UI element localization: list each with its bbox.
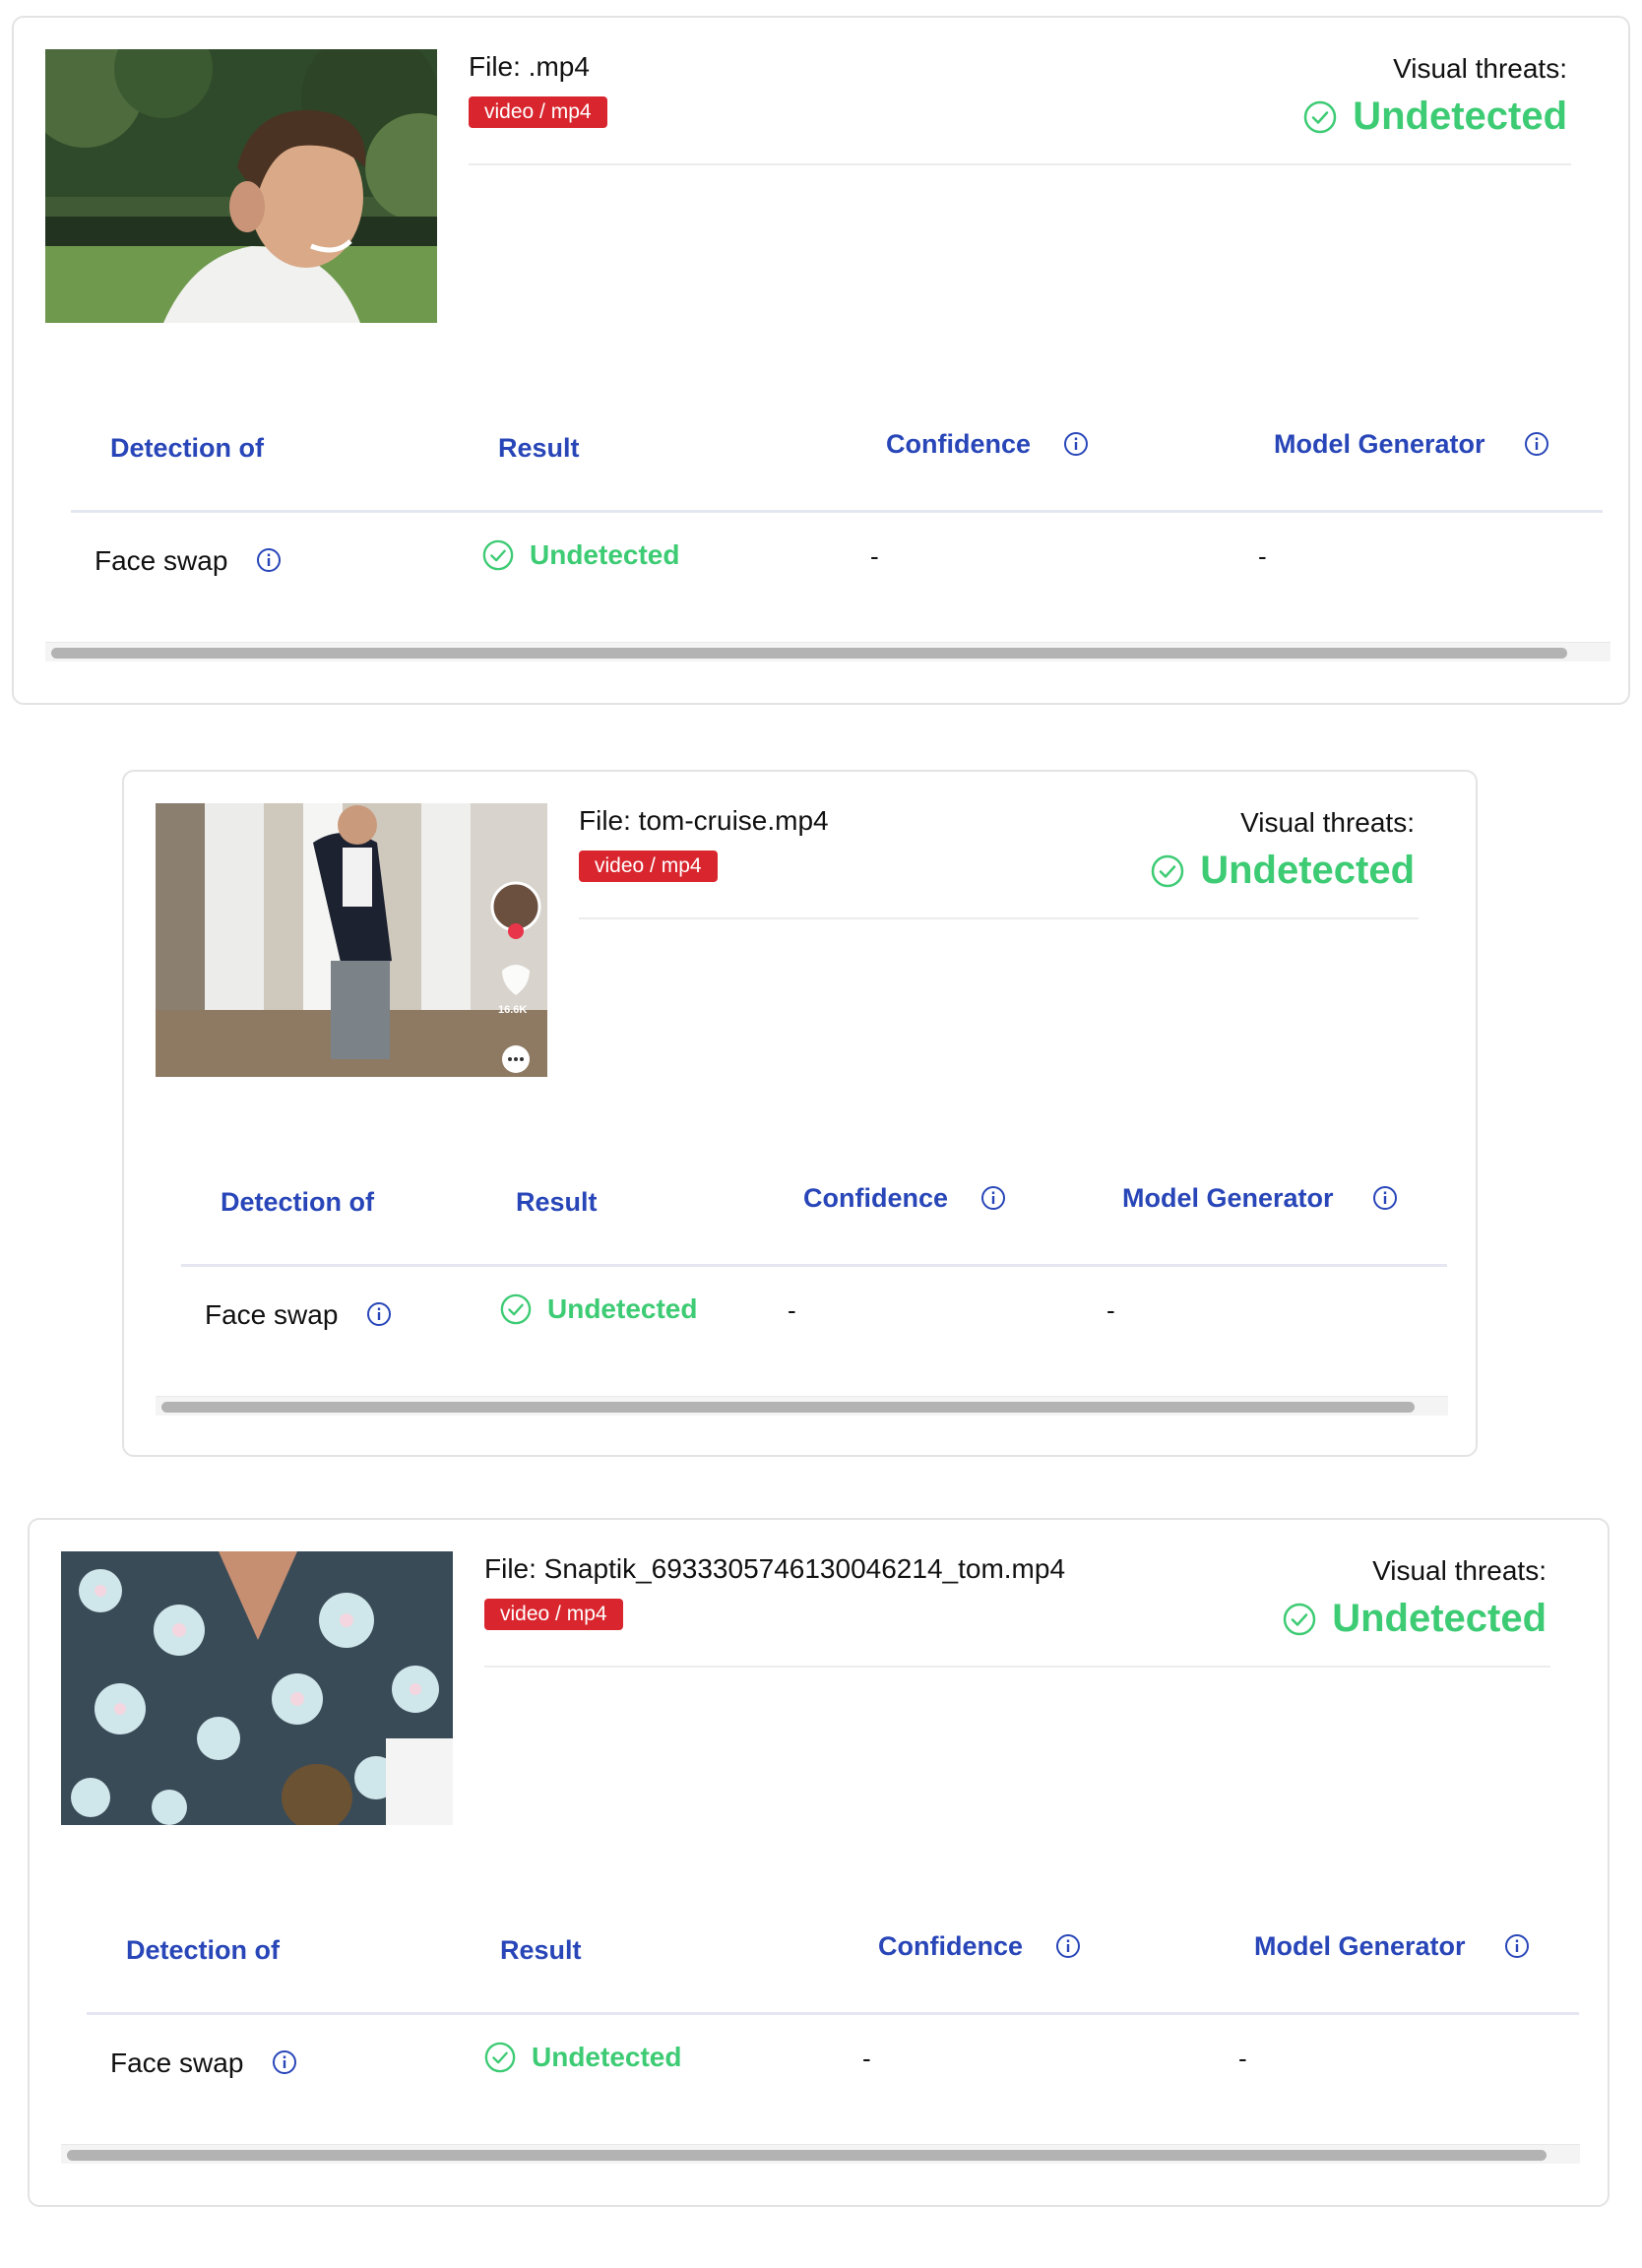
scrollbar-thumb[interactable] (161, 1402, 1415, 1413)
confidence-value: - (870, 541, 879, 571)
header-divider (484, 1666, 1550, 1668)
column-result: Result (516, 1187, 598, 1217)
detection-face-swap: Face swap (205, 1299, 339, 1330)
model-generator-info-icon[interactable] (1524, 431, 1549, 457)
result-text: Undetected (532, 2042, 682, 2072)
horizontal-scrollbar[interactable] (61, 2144, 1580, 2164)
check-circle-icon (484, 2042, 516, 2073)
floral-shirt-video-frame (61, 1551, 453, 1825)
mime-badge: video / mp4 (484, 1599, 623, 1630)
check-circle-icon (1283, 1603, 1316, 1635)
threat-status-text: Undetected (1353, 94, 1567, 138)
confidence-value: - (788, 1295, 796, 1325)
face-swap-info-icon[interactable] (366, 1301, 392, 1327)
analysis-card-3: File: Snaptik_6933305746130046214_tom.mp… (28, 1518, 1610, 2207)
video-thumbnail-1[interactable] (45, 49, 437, 323)
result-text: Undetected (530, 539, 680, 570)
analysis-card-1: File: .mp4 video / mp4 Visual threats: U… (12, 16, 1630, 705)
check-circle-icon (1303, 100, 1337, 133)
column-confidence: Confidence (803, 1183, 949, 1213)
confidence-info-icon[interactable] (1055, 1933, 1081, 1959)
file-name: File: tom-cruise.mp4 (579, 805, 829, 836)
confidence-info-icon[interactable] (1063, 431, 1089, 457)
likes-count: 16.6K (498, 1004, 528, 1016)
model-generator-info-icon[interactable] (1372, 1185, 1398, 1211)
column-detection-of: Detection of (126, 1935, 281, 1965)
column-model-generator: Model Generator (1122, 1183, 1334, 1213)
horizontal-scrollbar[interactable] (45, 642, 1610, 662)
file-name: File: Snaptik_6933305746130046214_tom.mp… (484, 1553, 1066, 1584)
column-detection-of: Detection of (221, 1187, 375, 1217)
result-cell: Undetected (484, 2042, 681, 2073)
threat-status-text: Undetected (1200, 849, 1415, 892)
video-thumbnail-3[interactable] (61, 1551, 453, 1825)
mime-badge: video / mp4 (469, 96, 607, 128)
face-swap-info-icon[interactable] (256, 547, 282, 573)
man-portrait-image (45, 49, 437, 323)
table-header-divider (181, 1264, 1447, 1267)
horizontal-scrollbar[interactable] (156, 1396, 1448, 1416)
column-confidence: Confidence (878, 1931, 1024, 1961)
result-text: Undetected (547, 1293, 698, 1324)
header-divider (579, 917, 1419, 919)
column-result: Result (498, 433, 580, 463)
visual-threats-label: Visual threats: (1372, 1555, 1547, 1586)
result-cell: Undetected (500, 1293, 697, 1325)
column-model-generator: Model Generator (1254, 1931, 1466, 1961)
check-circle-icon (482, 539, 514, 571)
video-thumbnail-2[interactable]: 16.6K (156, 803, 547, 1077)
column-detection-of: Detection of (110, 433, 265, 463)
visual-threats-label: Visual threats: (1240, 807, 1415, 838)
model-generator-value: - (1106, 1295, 1115, 1325)
mime-badge: video / mp4 (579, 850, 718, 882)
result-cell: Undetected (482, 539, 679, 571)
face-swap-info-icon[interactable] (272, 2049, 297, 2075)
visual-threats-status: Undetected (1151, 849, 1415, 893)
file-name: File: .mp4 (469, 51, 590, 82)
confidence-info-icon[interactable] (980, 1185, 1006, 1211)
column-confidence: Confidence (886, 429, 1032, 459)
column-result: Result (500, 1935, 582, 1965)
scrollbar-thumb[interactable] (51, 648, 1567, 659)
model-generator-value: - (1258, 541, 1267, 571)
header-divider (469, 163, 1571, 165)
model-generator-value: - (1238, 2044, 1247, 2073)
column-model-generator: Model Generator (1274, 429, 1485, 459)
model-generator-info-icon[interactable] (1504, 1933, 1530, 1959)
detection-face-swap: Face swap (110, 2048, 244, 2078)
table-header-divider (87, 2012, 1579, 2015)
check-circle-icon (1151, 854, 1184, 887)
hallway-video-frame (156, 803, 547, 1077)
detection-face-swap: Face swap (95, 545, 228, 576)
scrollbar-thumb[interactable] (67, 2150, 1547, 2161)
visual-threats-status: Undetected (1283, 1597, 1547, 1641)
visual-threats-label: Visual threats: (1393, 53, 1567, 84)
analysis-card-2: 16.6K File: tom-cruise.mp4 video / mp4 V… (122, 770, 1478, 1457)
table-header-divider (71, 510, 1603, 513)
check-circle-icon (500, 1293, 532, 1325)
confidence-value: - (862, 2044, 871, 2073)
threat-status-text: Undetected (1332, 1597, 1547, 1640)
visual-threats-status: Undetected (1303, 94, 1567, 139)
